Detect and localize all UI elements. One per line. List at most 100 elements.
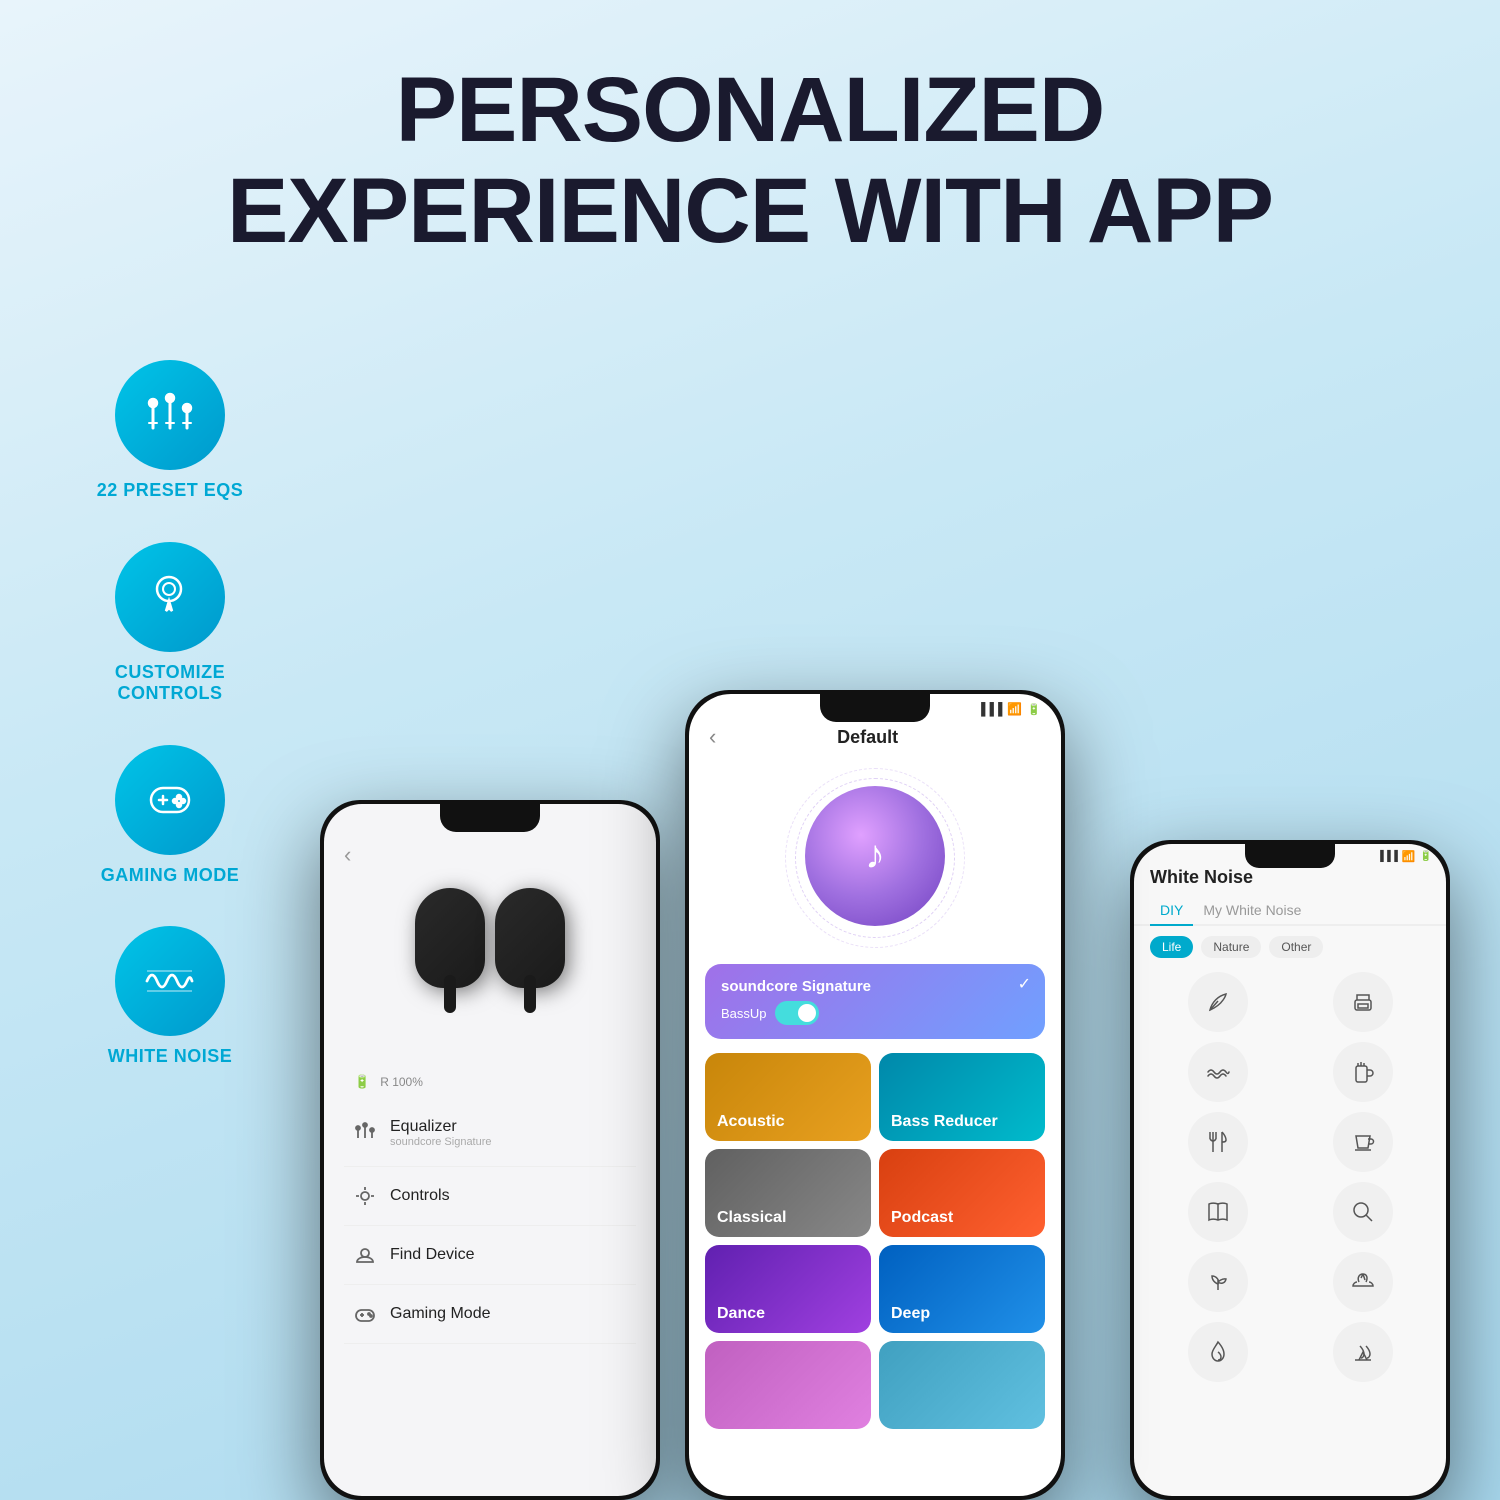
touch-icon bbox=[142, 569, 197, 624]
fork-knife-icon bbox=[1204, 1128, 1232, 1156]
fire-icon bbox=[1204, 1338, 1232, 1366]
back-arrow[interactable]: ‹ bbox=[709, 724, 716, 750]
noise-item-plant[interactable] bbox=[1150, 1252, 1285, 1312]
feature-white-noise: WHITE NOISE bbox=[108, 926, 233, 1068]
bassup-row: BassUp bbox=[721, 1001, 1029, 1025]
center-screen-title: Default bbox=[716, 727, 1019, 748]
deep-label: Deep bbox=[891, 1305, 930, 1323]
bassup-toggle[interactable] bbox=[775, 1001, 819, 1025]
eq-tile-acoustic[interactable]: Acoustic bbox=[705, 1053, 871, 1141]
headline-line1: PERSONALIZED bbox=[396, 59, 1105, 161]
subtab-nature[interactable]: Nature bbox=[1201, 936, 1261, 958]
left-phone-screen: ‹ 🔋 bbox=[324, 804, 656, 1496]
bassup-label: BassUp bbox=[721, 1006, 767, 1021]
menu-item-controls[interactable]: Controls bbox=[344, 1167, 636, 1226]
noise-item-island[interactable] bbox=[1295, 1252, 1430, 1312]
noise-item-fire2[interactable] bbox=[1295, 1322, 1430, 1382]
battery-status-icon: 🔋 bbox=[1027, 703, 1041, 716]
feature-gaming: GAMING MODE bbox=[101, 745, 240, 887]
gaming-label: GAMING MODE bbox=[101, 865, 240, 887]
earbuds-image bbox=[400, 878, 580, 1058]
cup-icon bbox=[1349, 1128, 1377, 1156]
center-phone: ▐▐▐ 📶 🔋 ‹ Default ♪ ✓ bbox=[685, 690, 1065, 1500]
white-noise-circle bbox=[115, 926, 225, 1036]
music-disc: ♪ bbox=[805, 786, 945, 926]
subtab-nature-label: Nature bbox=[1213, 940, 1249, 954]
noise-item-leaf[interactable] bbox=[1150, 972, 1285, 1032]
menu-item-find-device[interactable]: Find Device bbox=[344, 1226, 636, 1285]
eq-active-card[interactable]: ✓ soundcore Signature BassUp bbox=[705, 964, 1045, 1039]
headline: PERSONALIZED EXPERIENCE WITH APP bbox=[0, 60, 1500, 262]
tab-my-white-noise[interactable]: My White Noise bbox=[1193, 896, 1311, 924]
check-icon: ✓ bbox=[1018, 974, 1031, 994]
book-icon bbox=[1204, 1198, 1232, 1226]
battery-text: R 100% bbox=[380, 1075, 423, 1089]
subtab-life[interactable]: Life bbox=[1150, 936, 1193, 958]
equalizer-menu-sub: soundcore Signature bbox=[390, 1136, 492, 1148]
equalizer-menu-label: Equalizer bbox=[390, 1118, 492, 1136]
eq-tile-classical[interactable]: Classical bbox=[705, 1149, 871, 1237]
beer-icon bbox=[1349, 1058, 1377, 1086]
status-icons: ▐▐▐ 📶 🔋 bbox=[977, 702, 1041, 716]
music-disc-container: ♪ bbox=[775, 758, 975, 958]
tab-diy[interactable]: DIY bbox=[1150, 896, 1193, 926]
noise-item-fork-knife[interactable] bbox=[1150, 1112, 1285, 1172]
island-icon bbox=[1349, 1268, 1377, 1296]
center-header: ‹ Default bbox=[689, 716, 1061, 758]
noise-item-beer[interactable] bbox=[1295, 1042, 1430, 1102]
right-phone-notch bbox=[1245, 844, 1335, 868]
right-signal: ▐▐▐ bbox=[1377, 851, 1398, 862]
eq-tile-deep[interactable]: Deep bbox=[879, 1245, 1045, 1333]
noise-item-cup[interactable] bbox=[1295, 1112, 1430, 1172]
tab-my-white-noise-label: My White Noise bbox=[1203, 902, 1301, 918]
eq-tile-podcast[interactable]: Podcast bbox=[879, 1149, 1045, 1237]
right-battery: 🔋 bbox=[1420, 851, 1432, 862]
equalizer-menu-icon bbox=[354, 1122, 376, 1144]
menu-item-equalizer[interactable]: Equalizer soundcore Signature bbox=[344, 1100, 636, 1167]
subtab-other-label: Other bbox=[1281, 940, 1311, 954]
classical-label: Classical bbox=[717, 1209, 786, 1227]
menu-item-gaming[interactable]: Gaming Mode bbox=[344, 1285, 636, 1344]
feature-customize: CUSTOMIZECONTROLS bbox=[115, 542, 225, 705]
subtab-life-label: Life bbox=[1162, 940, 1181, 954]
center-phone-notch bbox=[820, 694, 930, 722]
equalizer-icon bbox=[143, 388, 198, 443]
music-note-icon: ♪ bbox=[865, 833, 885, 878]
acoustic-label: Acoustic bbox=[717, 1113, 785, 1131]
left-back-button: ‹ bbox=[344, 842, 636, 868]
right-phone-screen: ▐▐▐ 📶 🔋 White Noise DIY My White Noise L… bbox=[1134, 844, 1446, 1496]
noise-item-waves[interactable] bbox=[1150, 1042, 1285, 1102]
signal-icon: ▐▐▐ bbox=[977, 702, 1003, 716]
preset-eqs-label: 22 PRESET EQS bbox=[97, 480, 244, 502]
white-noise-label: WHITE NOISE bbox=[108, 1046, 233, 1068]
customize-label: CUSTOMIZECONTROLS bbox=[115, 662, 225, 705]
subtab-other[interactable]: Other bbox=[1269, 936, 1323, 958]
waves-icon bbox=[1204, 1058, 1232, 1086]
noise-item-search[interactable] bbox=[1295, 1182, 1430, 1242]
feature-preset-eqs: 22 PRESET EQS bbox=[97, 360, 244, 502]
right-tabs: DIY My White Noise bbox=[1134, 896, 1446, 926]
left-phone-notch bbox=[440, 804, 540, 832]
leaf-icon bbox=[1204, 988, 1232, 1016]
battery-row: 🔋 R 100% bbox=[344, 1074, 636, 1090]
eq-tile-partial1[interactable] bbox=[705, 1341, 871, 1429]
headline-line2: EXPERIENCE WITH APP bbox=[227, 160, 1273, 262]
controls-menu-label: Controls bbox=[390, 1187, 450, 1205]
customize-circle bbox=[115, 542, 225, 652]
noise-item-printer[interactable] bbox=[1295, 972, 1430, 1032]
noise-item-fire[interactable] bbox=[1150, 1322, 1285, 1382]
preset-eqs-circle bbox=[115, 360, 225, 470]
center-phone-screen: ▐▐▐ 📶 🔋 ‹ Default ♪ ✓ bbox=[689, 694, 1061, 1496]
eq-tile-bass-reducer[interactable]: Bass Reducer bbox=[879, 1053, 1045, 1141]
eq-tile-dance[interactable]: Dance bbox=[705, 1245, 871, 1333]
campfire-icon bbox=[1349, 1338, 1377, 1366]
gaming-menu-label: Gaming Mode bbox=[390, 1305, 491, 1323]
eq-grid: Acoustic Bass Reducer Classical Podcast … bbox=[689, 1045, 1061, 1437]
controls-menu-icon bbox=[354, 1185, 376, 1207]
noise-item-book[interactable] bbox=[1150, 1182, 1285, 1242]
menu-items: Equalizer soundcore Signature Controls bbox=[344, 1100, 636, 1344]
left-phone-content: ‹ 🔋 bbox=[324, 804, 656, 1364]
right-wifi: 📶 bbox=[1402, 850, 1416, 863]
eq-tile-partial2[interactable] bbox=[879, 1341, 1045, 1429]
gaming-menu-icon bbox=[354, 1303, 376, 1325]
